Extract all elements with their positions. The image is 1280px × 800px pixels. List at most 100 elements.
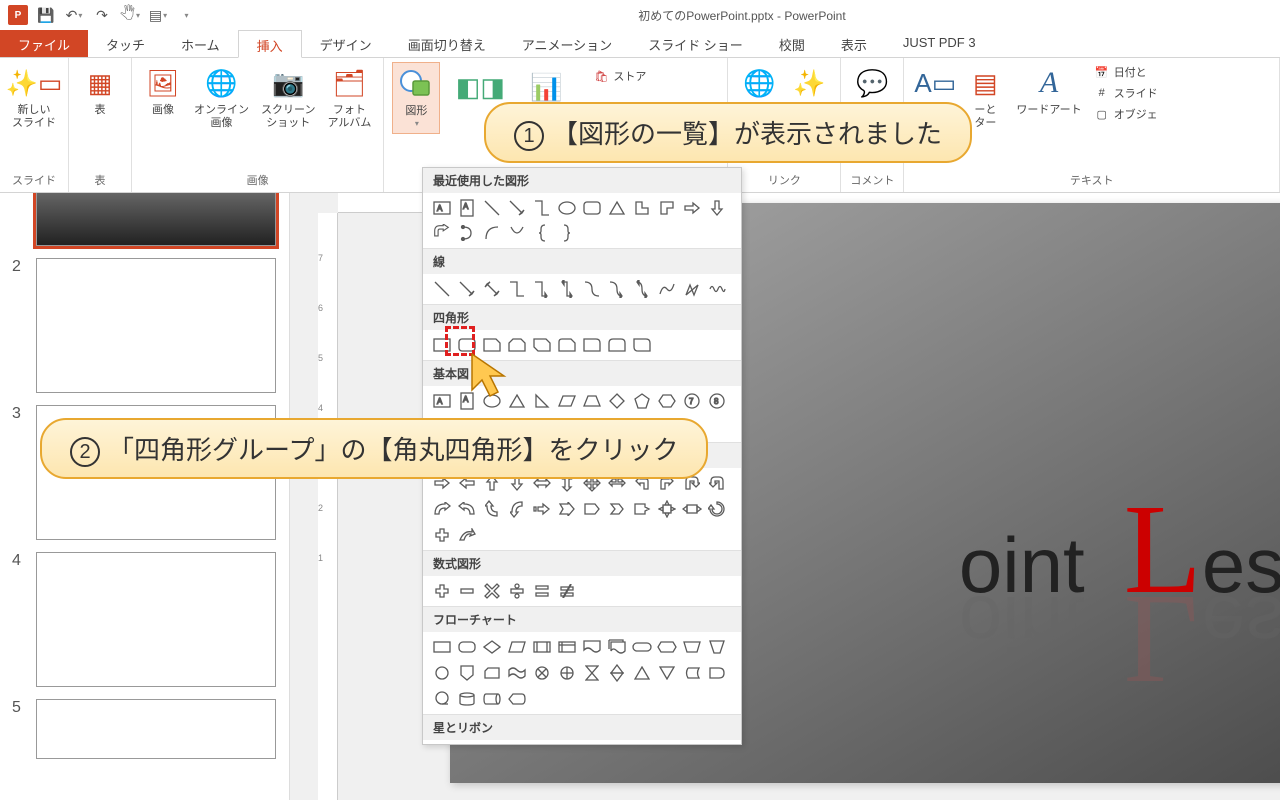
shape-textbox-h[interactable]: A bbox=[431, 197, 453, 219]
shape-rect[interactable] bbox=[431, 334, 453, 356]
shape-line-9[interactable] bbox=[631, 278, 653, 300]
shape-roundrect2[interactable] bbox=[581, 197, 603, 219]
shape-bent-arrow[interactable] bbox=[431, 222, 453, 244]
shape-lshape2[interactable] bbox=[656, 197, 678, 219]
shape-round2diag[interactable] bbox=[631, 334, 653, 356]
fc-stored[interactable] bbox=[681, 662, 703, 684]
wordart-button[interactable]: Aワードアート bbox=[1012, 62, 1085, 119]
shape-line-5[interactable] bbox=[531, 278, 553, 300]
thumbnail-1[interactable] bbox=[0, 193, 289, 252]
arr-curved-d[interactable] bbox=[506, 498, 528, 520]
shape-line-3[interactable] bbox=[481, 278, 503, 300]
action-button[interactable]: ✨ bbox=[786, 62, 832, 104]
shape-round2same[interactable] bbox=[606, 334, 628, 356]
shape-S[interactable] bbox=[456, 222, 478, 244]
fc-storage[interactable] bbox=[556, 636, 578, 658]
shape-curve2[interactable] bbox=[506, 222, 528, 244]
shape-line[interactable] bbox=[481, 197, 503, 219]
table-button[interactable]: ▦ 表 bbox=[77, 62, 123, 119]
shape-line-scribble[interactable] bbox=[706, 278, 728, 300]
arr-callout-r[interactable] bbox=[631, 498, 653, 520]
eq-eq[interactable] bbox=[531, 580, 553, 602]
shape-oval[interactable] bbox=[556, 197, 578, 219]
arr-curved-r[interactable] bbox=[431, 498, 453, 520]
eq-neq[interactable] bbox=[556, 580, 578, 602]
arr-curved-u[interactable] bbox=[481, 498, 503, 520]
tab-home[interactable]: ホーム bbox=[163, 30, 238, 57]
tab-justpdf[interactable]: JUST PDF 3 bbox=[885, 30, 994, 57]
qat-customize-icon[interactable]: ▾ bbox=[174, 3, 198, 27]
shape-basic-tri[interactable] bbox=[506, 390, 528, 412]
shape-tb-v[interactable]: A bbox=[456, 390, 478, 412]
arr-callout-quad[interactable] bbox=[656, 498, 678, 520]
tab-slideshow[interactable]: スライド ショー bbox=[630, 30, 761, 57]
shape-snip1[interactable] bbox=[481, 334, 503, 356]
eq-div[interactable] bbox=[506, 580, 528, 602]
tab-review[interactable]: 校閲 bbox=[761, 30, 823, 57]
shape-line-2[interactable] bbox=[456, 278, 478, 300]
datetime-button[interactable]: 📅日付と bbox=[1090, 62, 1162, 82]
shape-snipround[interactable] bbox=[556, 334, 578, 356]
new-slide-button[interactable]: ✨▭ 新しい スライド bbox=[8, 62, 60, 132]
fc-term[interactable] bbox=[631, 636, 653, 658]
fc-or[interactable] bbox=[556, 662, 578, 684]
fc-offpage[interactable] bbox=[456, 662, 478, 684]
shape-basic-trap[interactable] bbox=[581, 390, 603, 412]
fc-directaccess[interactable] bbox=[481, 688, 503, 710]
fc-connector[interactable] bbox=[431, 662, 453, 684]
tab-file[interactable]: ファイル bbox=[0, 30, 88, 57]
shape-arrow-line[interactable] bbox=[506, 197, 528, 219]
fc-magdisk[interactable] bbox=[456, 688, 478, 710]
fc-sum[interactable] bbox=[531, 662, 553, 684]
tab-transitions[interactable]: 画面切り替え bbox=[390, 30, 504, 57]
photo-album-button[interactable]: 🗂 フォト アルバム bbox=[323, 62, 375, 132]
fc-manual[interactable] bbox=[681, 636, 703, 658]
fc-process[interactable] bbox=[431, 636, 453, 658]
shape-line-curve[interactable] bbox=[656, 278, 678, 300]
shape-basic-oval[interactable] bbox=[481, 390, 503, 412]
arr-notched-r[interactable] bbox=[556, 498, 578, 520]
shape-line-6[interactable] bbox=[556, 278, 578, 300]
shape-snip2same[interactable] bbox=[506, 334, 528, 356]
fc-extract[interactable] bbox=[631, 662, 653, 684]
slidenum-button[interactable]: #スライド bbox=[1090, 83, 1162, 103]
fc-manop[interactable] bbox=[706, 636, 728, 658]
fc-multidoc[interactable] bbox=[606, 636, 628, 658]
shape-basic-hex[interactable] bbox=[656, 390, 678, 412]
shape-line-7[interactable] bbox=[581, 278, 603, 300]
thumbnail-2[interactable]: 2 bbox=[0, 252, 289, 399]
arr-chevron-r[interactable] bbox=[606, 498, 628, 520]
arr-striped-r[interactable] bbox=[531, 498, 553, 520]
start-from-beginning-icon[interactable]: ▤▾ bbox=[146, 3, 170, 27]
shape-line-4[interactable] bbox=[506, 278, 528, 300]
fc-collate[interactable] bbox=[581, 662, 603, 684]
shape-triangle[interactable] bbox=[606, 197, 628, 219]
tab-design[interactable]: デザイン bbox=[302, 30, 390, 57]
fc-seqaccess[interactable] bbox=[431, 688, 453, 710]
smartart-button[interactable]: ◧◨ bbox=[457, 66, 503, 108]
redo-icon[interactable]: ↷ bbox=[90, 3, 114, 27]
shapes-button[interactable]: 図形▾ bbox=[392, 62, 440, 134]
shape-basic-hept[interactable]: 7 bbox=[681, 390, 703, 412]
comment-button[interactable]: 💬 bbox=[849, 62, 895, 104]
tab-insert[interactable]: 挿入 bbox=[238, 30, 302, 58]
shape-brace-l[interactable] bbox=[531, 222, 553, 244]
shape-basic-pent[interactable] bbox=[631, 390, 653, 412]
tab-view[interactable]: 表示 bbox=[823, 30, 885, 57]
shape-tb-h[interactable]: A bbox=[431, 390, 453, 412]
shape-right-arrow2[interactable] bbox=[681, 197, 703, 219]
arr-circular[interactable] bbox=[706, 498, 728, 520]
eq-minus[interactable] bbox=[456, 580, 478, 602]
fc-data[interactable] bbox=[506, 636, 528, 658]
shape-round1[interactable] bbox=[581, 334, 603, 356]
shape-roundrect[interactable] bbox=[456, 334, 478, 356]
shape-textbox-v[interactable]: A bbox=[456, 197, 478, 219]
arr-callout-lr[interactable] bbox=[681, 498, 703, 520]
fc-merge[interactable] bbox=[656, 662, 678, 684]
screenshot-button[interactable]: 📷 スクリーン ショット bbox=[257, 62, 319, 132]
fc-prep[interactable] bbox=[656, 636, 678, 658]
fc-decision[interactable] bbox=[481, 636, 503, 658]
fc-doc[interactable] bbox=[581, 636, 603, 658]
arr-plus[interactable] bbox=[431, 524, 453, 546]
thumbnail-5[interactable]: 5 bbox=[0, 693, 289, 765]
